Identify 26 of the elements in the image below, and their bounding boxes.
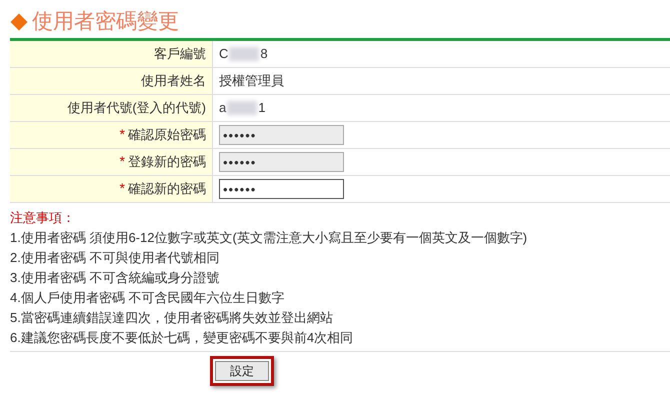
- password-field[interactable]: ••••••: [219, 179, 344, 199]
- field-label: 使用者姓名: [141, 72, 206, 90]
- field-value: 8: [260, 45, 268, 64]
- field-label: 客戶編號: [154, 45, 206, 64]
- note-text: 5.當密碼連續錯誤達四次，使用者密碼將失效並登出網站: [10, 309, 334, 327]
- required-mark: *: [120, 179, 125, 198]
- field-value: 1: [258, 99, 266, 118]
- redacted-block: [227, 101, 258, 115]
- field-label: 使用者代號(登入的代號): [67, 99, 206, 118]
- note-text: 2.使用者密碼 不可與使用者代號相同: [10, 249, 220, 267]
- submit-button[interactable]: 設定: [215, 361, 269, 381]
- note-text: 1.使用者密碼 須使用6-12位數字或英文(英文需注意大小寫且至少要有一個英文及一個數字): [10, 229, 528, 247]
- page-title: 使用者密碼變更: [32, 8, 179, 36]
- required-mark: *: [120, 152, 125, 171]
- note-text: 4.個人戶使用者密碼 不可含民國年六位生日數字: [10, 289, 286, 307]
- field-label: 確認新的密碼: [128, 180, 206, 198]
- field-label: 登錄新的密碼: [128, 153, 206, 172]
- field-label: 確認原始密碼: [128, 126, 206, 144]
- field-value: C: [219, 45, 228, 64]
- field-value: 授權管理員: [219, 72, 284, 90]
- note-text: 3.使用者密碼 不可含統編或身分證號: [10, 269, 220, 287]
- field-value: a: [219, 99, 226, 118]
- redacted-block: [229, 47, 260, 61]
- notes-heading: 注意事項：: [10, 209, 76, 227]
- required-mark: *: [120, 125, 125, 144]
- note-text: 6.建議您密碼長度不要低於七碼，變更密碼不要與前4次相同: [10, 329, 354, 347]
